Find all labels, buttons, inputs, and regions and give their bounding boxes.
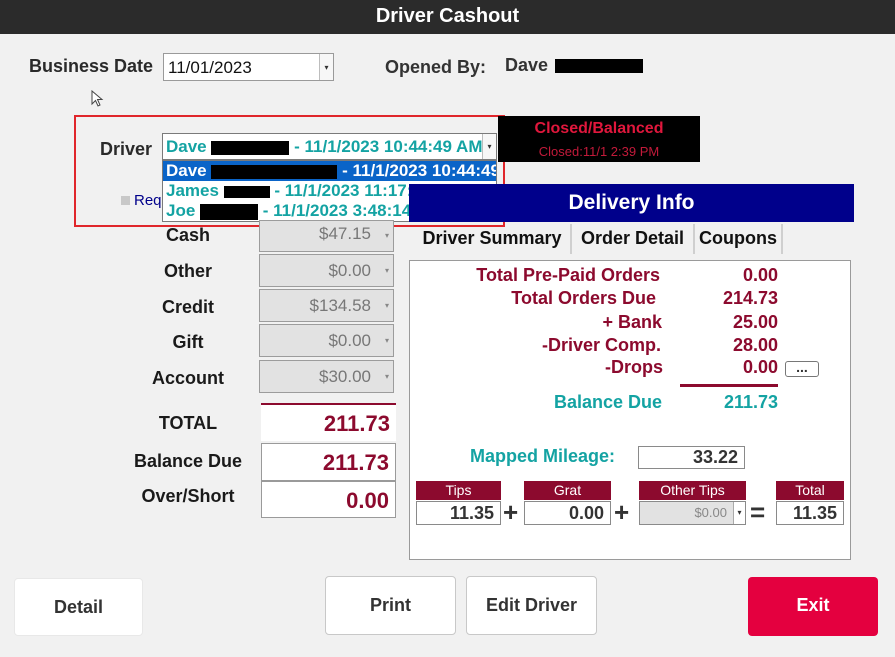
option-name: Dave [166,161,207,180]
mouse-cursor-icon [91,90,104,107]
equals-icon: = [750,497,766,527]
tab-driver-summary[interactable]: Driver Summary [414,224,572,254]
balance-due-value: 211.73 [261,443,396,481]
driver-comp-label: -Driver Comp. [541,335,661,355]
drops-detail-button[interactable]: ... [785,360,819,377]
other-tips-value: $0.00 [694,505,727,520]
driver-selected-suffix: - 11/1/2023 10:44:49 AM [294,137,483,156]
chevron-down-icon[interactable]: ▾ [381,361,393,392]
redaction-bar [555,59,644,74]
chevron-down-icon[interactable]: ▾ [733,502,745,524]
plus-icon: + [614,497,630,527]
chevron-down-icon[interactable]: ▾ [381,255,393,286]
redaction-bar [223,185,270,198]
business-date-picker[interactable]: 11/01/2023 ▾ [163,53,334,81]
detail-button[interactable]: Detail [14,578,143,636]
total-tips-caption: Total [776,481,844,500]
status-panel: Closed/Balanced Closed:11/1 2:39 PM [498,116,700,162]
print-button[interactable]: Print [325,576,456,635]
prepaid-label: Total Pre-Paid Orders [476,265,660,285]
other-label: Other [163,261,212,281]
option-name: Joe [166,201,196,220]
summary-balance-due-label: Balance Due [553,392,662,412]
window-title: Driver Cashout [0,0,895,34]
summary-balance-due-value: 211.73 [723,392,778,412]
grat-input[interactable]: 0.00 [524,501,611,525]
mileage-label: Mapped Mileage: [470,446,616,466]
cash-value: $47.15 [319,224,371,243]
credit-value: $134.58 [309,296,371,315]
chevron-down-icon[interactable]: ▾ [319,54,333,80]
other-tips-caption: Other Tips [639,481,746,500]
orders-due-value: 214.73 [722,288,778,308]
chevron-down-icon[interactable]: ▾ [381,325,393,356]
total-label: TOTAL [158,413,218,433]
opened-by-label: Opened By: [385,57,487,77]
business-date-value: 11/01/2023 [168,58,252,77]
redaction-bar [200,203,259,220]
req-label: Req [134,192,162,209]
sum-divider [680,384,778,387]
driver-summary-panel: Total Pre-Paid Orders 0.00 Total Orders … [409,260,851,560]
other-tips-input[interactable]: $0.00 ▾ [639,501,746,525]
dropdown-option-dave[interactable]: Dave - 11/1/2023 10:44:49 A [163,161,496,181]
other-value: $0.00 [328,261,371,280]
exit-button[interactable]: Exit [748,577,878,636]
drops-value: 0.00 [742,357,778,377]
edit-driver-button[interactable]: Edit Driver [466,576,597,635]
delivery-tabs: Driver Summary Order Detail Coupons [414,224,783,254]
gift-label: Gift [172,332,204,352]
gift-input[interactable]: $0.00 ▾ [259,324,394,357]
grat-caption: Grat [524,481,611,500]
redaction-bar [211,164,338,179]
mileage-value: 33.22 [638,446,745,469]
cash-input[interactable]: $47.15 ▾ [259,220,394,252]
tab-order-detail[interactable]: Order Detail [572,224,695,254]
total-value: 211.73 [261,403,396,441]
driver-label: Driver [100,139,153,159]
account-value: $30.00 [319,367,371,386]
delivery-info-header: Delivery Info [409,184,854,222]
business-date-label: Business Date [29,56,154,76]
credit-label: Credit [161,297,214,317]
tab-coupons[interactable]: Coupons [695,224,783,254]
bank-label: + Bank [602,312,662,332]
over-short-label: Over/Short [141,486,235,506]
driver-select[interactable]: Dave - 11/1/2023 10:44:49 AM ▾ [162,133,497,160]
chevron-down-icon[interactable]: ▾ [381,221,393,251]
account-label: Account [152,368,224,388]
driver-selected-name: Dave [166,137,207,156]
req-checkbox[interactable] [121,196,130,205]
orders-due-label: Total Orders Due [511,288,656,308]
status-detail: Closed:11/1 2:39 PM [538,144,660,159]
over-short-value: 0.00 [261,481,396,518]
credit-input[interactable]: $134.58 ▾ [259,289,394,322]
redaction-bar [211,140,290,155]
tips-input[interactable]: 11.35 [416,501,501,525]
balance-due-label: Balance Due [133,451,243,471]
option-name: James [166,181,219,200]
bank-value: 25.00 [732,312,778,332]
option-time: - 11/1/2023 10:44:49 A [342,161,497,180]
gift-value: $0.00 [328,331,371,350]
status-title: Closed/Balanced [534,120,664,137]
chevron-down-icon[interactable]: ▾ [381,290,393,321]
other-input[interactable]: $0.00 ▾ [259,254,394,287]
plus-icon: + [503,497,519,527]
chevron-down-icon[interactable]: ▾ [482,134,496,159]
total-tips-value: 11.35 [776,501,844,525]
opened-by-value: Dave [505,55,644,76]
driver-comp-value: 28.00 [732,335,778,355]
cash-label: Cash [165,225,210,245]
prepaid-value: 0.00 [742,265,778,285]
drops-label: -Drops [605,357,663,377]
account-input[interactable]: $30.00 ▾ [259,360,394,393]
tips-caption: Tips [416,481,501,500]
opened-by-name: Dave [505,55,549,75]
